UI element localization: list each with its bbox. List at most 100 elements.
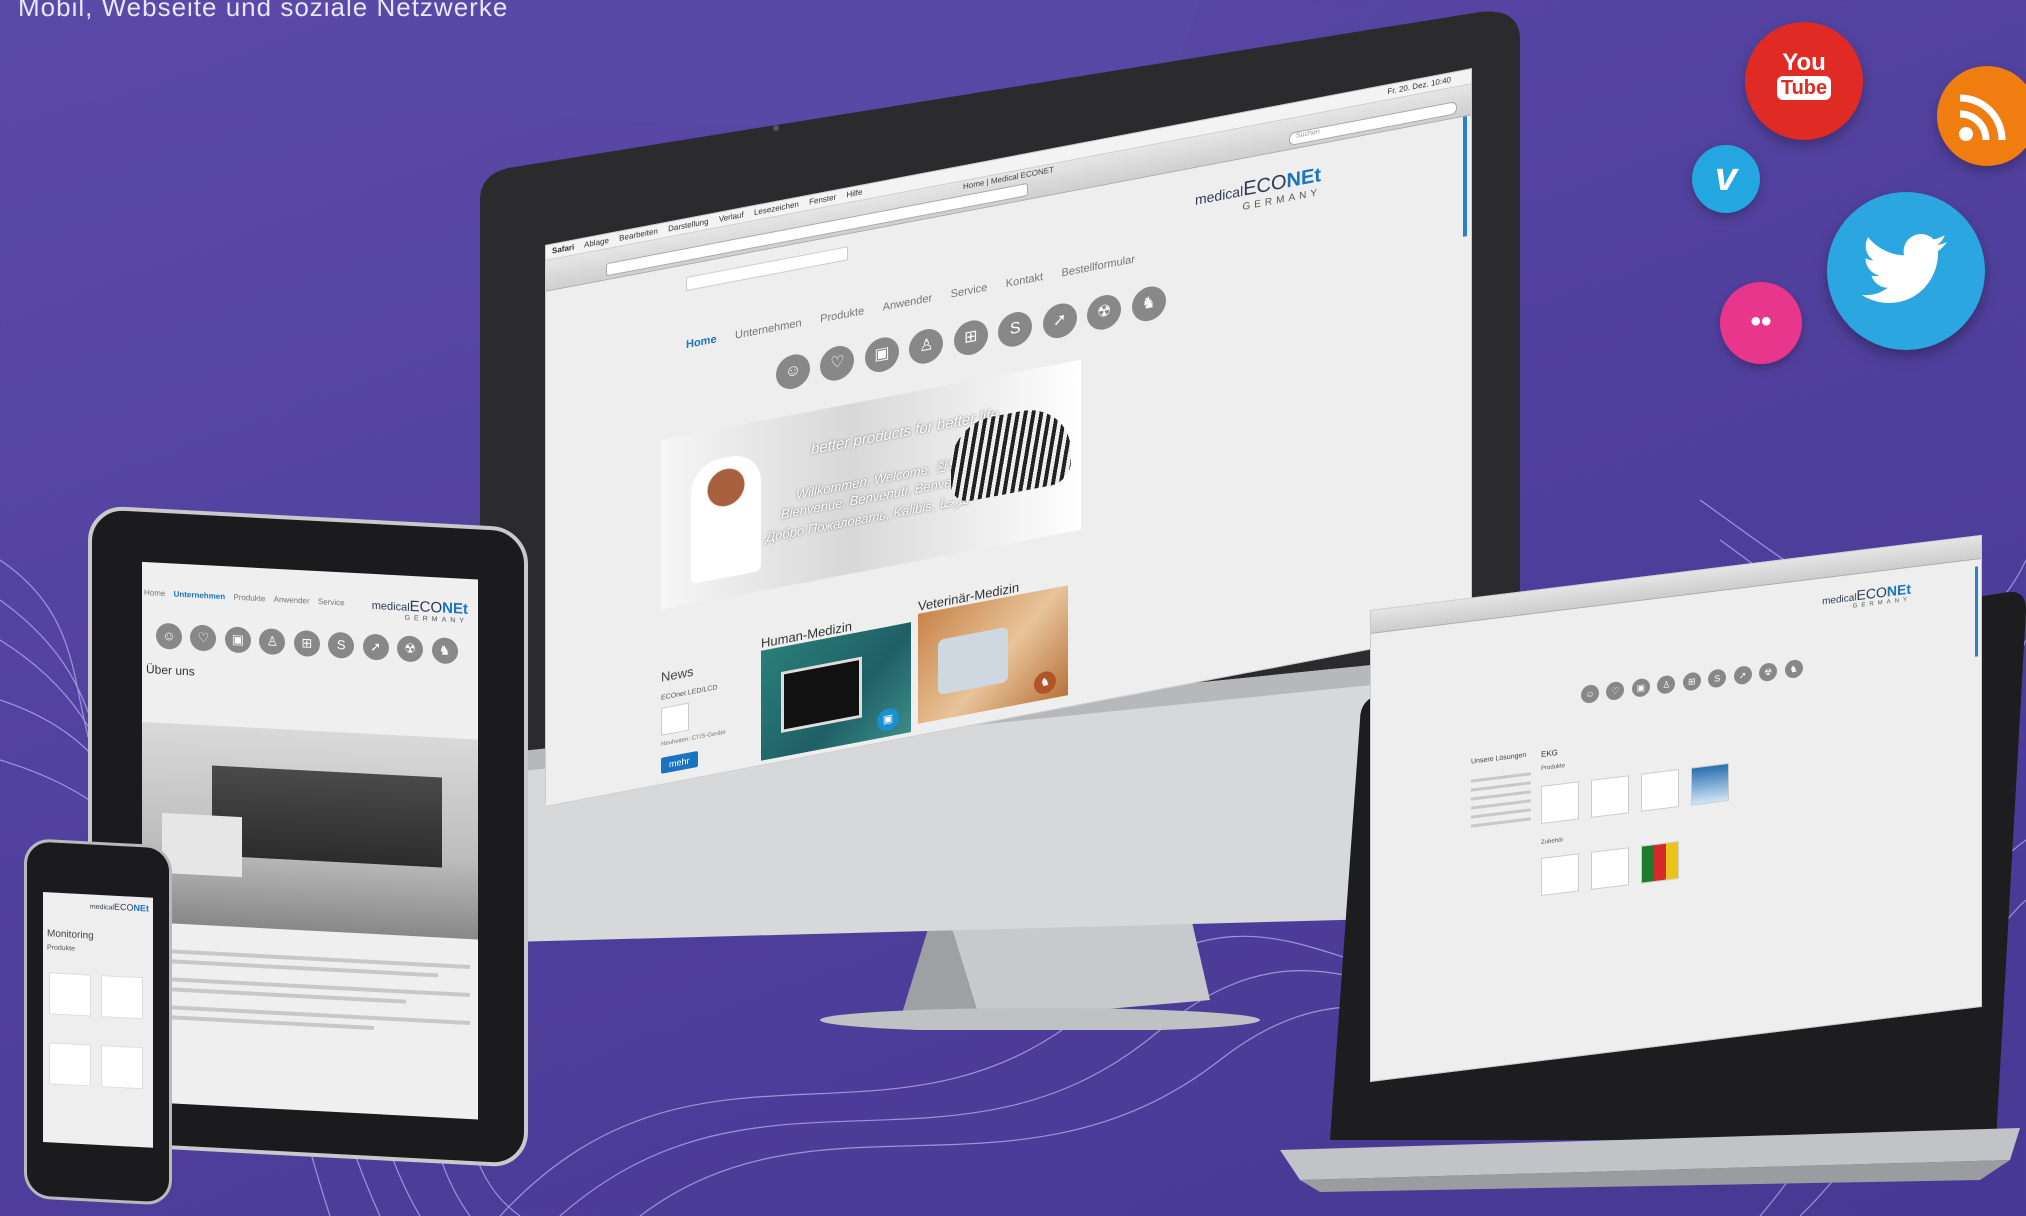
tablet-logo-main: ECO bbox=[409, 597, 443, 617]
laptop-accessory-2[interactable] bbox=[1591, 847, 1629, 890]
s-icon[interactable]: S bbox=[328, 631, 355, 659]
medical-case-icon[interactable]: ⊞ bbox=[293, 629, 320, 658]
tablet-screen: medicalECONEt GERMANY Home Unternehmen P… bbox=[142, 561, 478, 1120]
site-logo[interactable]: medicalECONEt GERMANY bbox=[1195, 164, 1321, 222]
flickr-icon[interactable]: •• bbox=[1720, 282, 1802, 364]
scrollbar[interactable] bbox=[1463, 116, 1467, 237]
building-wing bbox=[162, 812, 242, 878]
radiation-icon[interactable]: ☢ bbox=[397, 635, 424, 663]
rocket-icon[interactable]: ➚ bbox=[1733, 665, 1752, 686]
tablet-category-icons: ☺ ♡ ▣ ♙ ⊞ S ➚ ☢ ♞ bbox=[156, 622, 464, 665]
horse-icon[interactable]: ♞ bbox=[1784, 658, 1803, 680]
vimeo-icon[interactable]: v bbox=[1692, 145, 1760, 213]
phone-product-3[interactable] bbox=[49, 1042, 91, 1087]
patient-monitor-image bbox=[781, 656, 862, 733]
hero-banner: better products for better life Willkomm… bbox=[661, 359, 1081, 610]
phone-product-2[interactable] bbox=[101, 975, 143, 1020]
rss-icon[interactable] bbox=[1937, 66, 2026, 166]
medical-case-icon[interactable]: ⊞ bbox=[953, 317, 988, 359]
person-icon[interactable]: ♙ bbox=[1657, 674, 1676, 695]
menu-item-verlauf[interactable]: Verlauf bbox=[719, 210, 744, 224]
nav-unternehmen[interactable]: Unternehmen bbox=[735, 317, 802, 342]
heart-icon[interactable]: ♡ bbox=[1606, 680, 1625, 701]
baby-icon[interactable]: ☺ bbox=[776, 351, 810, 392]
news-more-button[interactable]: mehr bbox=[661, 750, 698, 774]
heart-icon[interactable]: ♡ bbox=[190, 624, 217, 652]
news-thumbnail[interactable] bbox=[661, 702, 689, 736]
phone-screen: medicalECONEt Monitoring Produkte bbox=[43, 891, 153, 1148]
phone-section-title: Monitoring bbox=[47, 928, 94, 942]
twitter-bird-glyph bbox=[1861, 234, 1947, 303]
horse-icon[interactable]: ♞ bbox=[431, 637, 458, 665]
tablet-nav-anwender[interactable]: Anwender bbox=[274, 595, 310, 606]
tablet-nav-service[interactable]: Service bbox=[318, 597, 345, 607]
nav-service[interactable]: Service bbox=[951, 282, 988, 301]
laptop-logo[interactable]: medicalECONEt GERMANY bbox=[1822, 581, 1911, 614]
monitor-icon[interactable]: ▣ bbox=[224, 626, 251, 654]
tablet-logo[interactable]: medicalECONEt GERMANY bbox=[372, 596, 468, 625]
tile-human-medizin[interactable]: Human-Medizin ▣ bbox=[761, 607, 911, 761]
s-icon[interactable]: S bbox=[998, 309, 1033, 350]
laptop-product-3[interactable] bbox=[1641, 769, 1679, 812]
building-shape bbox=[212, 765, 442, 868]
nav-home[interactable]: Home bbox=[686, 333, 717, 351]
heart-icon[interactable]: ♡ bbox=[820, 342, 855, 384]
nav-anwender[interactable]: Anwender bbox=[883, 292, 933, 313]
tablet-body-text bbox=[150, 942, 470, 1041]
rocket-icon[interactable]: ➚ bbox=[1042, 300, 1077, 342]
tablet-nav-unternehmen[interactable]: Unternehmen bbox=[174, 589, 226, 601]
vimeo-glyph: v bbox=[1714, 155, 1738, 199]
laptop-product-4[interactable] bbox=[1691, 762, 1729, 806]
laptop-product-2[interactable] bbox=[1591, 775, 1629, 818]
youtube-icon[interactable]: You Tube bbox=[1745, 22, 1863, 140]
menu-item-hilfe[interactable]: Hilfe bbox=[846, 187, 862, 199]
monitor-icon[interactable]: ▣ bbox=[1631, 677, 1650, 698]
category-icon-row: ☺ ♡ ▣ ♙ ⊞ S ➚ ☢ ♞ bbox=[776, 282, 1172, 392]
phone-product-1[interactable] bbox=[49, 972, 91, 1017]
phone-sub: Produkte bbox=[47, 944, 76, 953]
laptop-accessory-3[interactable] bbox=[1641, 841, 1679, 884]
medical-case-icon[interactable]: ⊞ bbox=[1682, 671, 1701, 692]
tablet-logo-accent: NEt bbox=[442, 599, 468, 618]
monitor-icon[interactable]: ▣ bbox=[864, 334, 899, 375]
laptop-scrollbar[interactable] bbox=[1975, 566, 1978, 657]
laptop-subsection: Zubehör bbox=[1541, 837, 1564, 847]
laptop-accessory-1[interactable] bbox=[1541, 853, 1579, 897]
laptop-screen: medicalECONEt GERMANY ☺ ♡ ▣ ♙ ⊞ S ➚ ☢ ♞ … bbox=[1370, 534, 1982, 1082]
nav-bestellformular[interactable]: Bestellformular bbox=[1062, 253, 1135, 279]
laptop-browser[interactable]: medicalECONEt GERMANY ☺ ♡ ▣ ♙ ⊞ S ➚ ☢ ♞ … bbox=[1370, 534, 1982, 1082]
news-box: News ECOnet LED/LCD Neuheiten: CT/S-Gerä… bbox=[661, 653, 751, 774]
laptop-category-icons: ☺ ♡ ▣ ♙ ⊞ S ➚ ☢ ♞ bbox=[1581, 657, 1809, 705]
laptop-product-1[interactable] bbox=[1541, 781, 1579, 825]
menu-item-fenster[interactable]: Fenster bbox=[809, 192, 836, 206]
tablet-section-title: Über uns bbox=[146, 662, 195, 679]
nav-produkte[interactable]: Produkte bbox=[820, 305, 864, 325]
laptop-section-title: EKG bbox=[1541, 747, 1558, 760]
youtube-you: You bbox=[1782, 49, 1826, 76]
radiation-icon[interactable]: ☢ bbox=[1087, 292, 1122, 333]
phone-logo-accent: NEt bbox=[133, 902, 150, 914]
baby-icon[interactable]: ☺ bbox=[156, 622, 182, 650]
phone-product-4[interactable] bbox=[101, 1045, 143, 1090]
flickr-glyph: •• bbox=[1750, 305, 1772, 338]
twitter-icon[interactable] bbox=[1827, 192, 1985, 350]
menu-item-ablage[interactable]: Ablage bbox=[584, 236, 609, 250]
phone-logo[interactable]: medicalECONEt bbox=[89, 900, 150, 914]
phone-logo-prefix: medical bbox=[89, 903, 114, 912]
radiation-icon[interactable]: ☢ bbox=[1759, 662, 1778, 683]
phone-device: medicalECONEt Monitoring Produkte bbox=[24, 838, 172, 1216]
horse-icon[interactable]: ♞ bbox=[1131, 283, 1166, 325]
baby-icon[interactable]: ☺ bbox=[1581, 683, 1599, 705]
tablet-nav-home[interactable]: Home bbox=[144, 588, 165, 598]
s-icon[interactable]: S bbox=[1708, 668, 1727, 689]
rocket-icon[interactable]: ➚ bbox=[362, 633, 389, 661]
youtube-tube: Tube bbox=[1776, 76, 1832, 100]
laptop-sidebar bbox=[1471, 766, 1531, 833]
person-icon[interactable]: ♙ bbox=[909, 326, 944, 367]
nav-kontakt[interactable]: Kontakt bbox=[1006, 271, 1043, 290]
phone-logo-main: ECO bbox=[113, 901, 134, 913]
person-icon[interactable]: ♙ bbox=[259, 627, 286, 656]
menu-item-safari[interactable]: Safari bbox=[552, 242, 574, 255]
tablet-nav-produkte[interactable]: Produkte bbox=[233, 593, 265, 604]
building-photo bbox=[142, 721, 478, 940]
